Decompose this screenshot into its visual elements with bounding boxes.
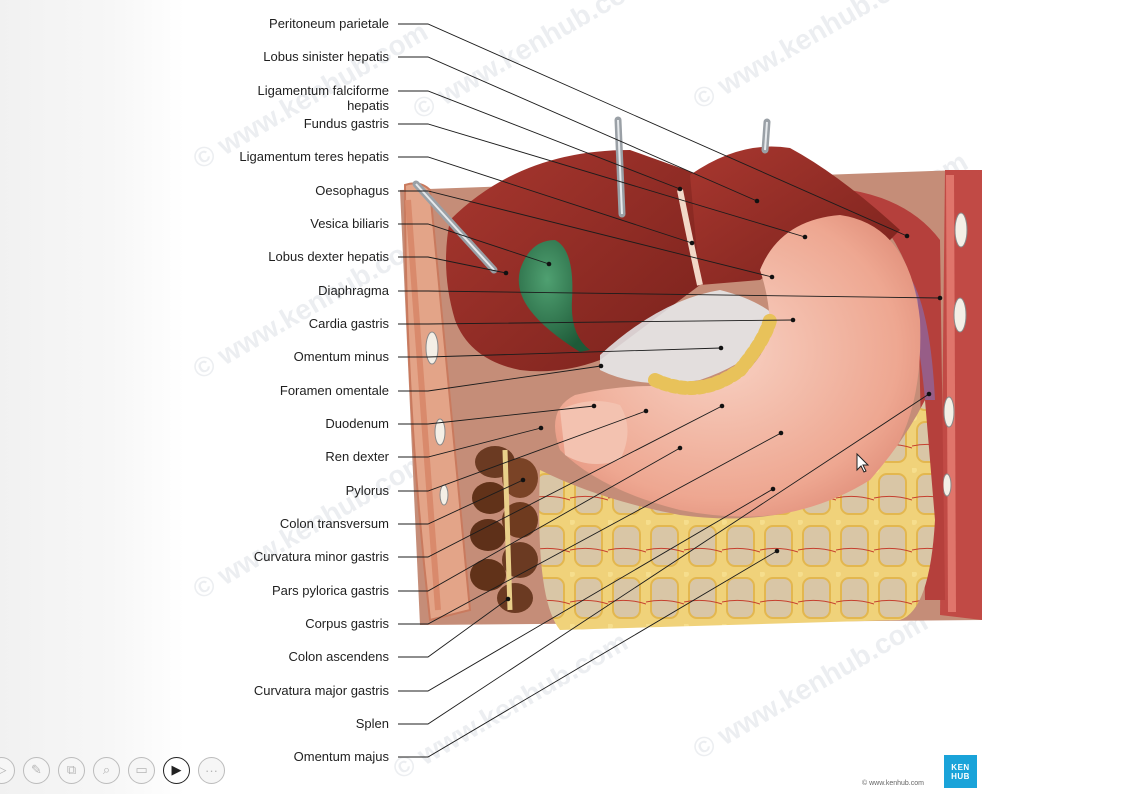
label-corpus-gastris: Corpus gastris: [305, 616, 389, 631]
anatomy-illustration: [400, 116, 982, 630]
label-ligamentum-teres-hepatis: Ligamentum teres hepatis: [239, 149, 389, 164]
watermark-text: © www.kenhub.com: [408, 0, 653, 125]
label-splen: Splen: [356, 716, 389, 731]
label-cardia-gastris: Cardia gastris: [309, 316, 390, 331]
copy-icon[interactable]: ⧉: [58, 756, 85, 784]
label-ligamentum-falciforme: Ligamentum falciforme: [258, 83, 390, 98]
label-peritoneum-parietale: Peritoneum parietale: [269, 16, 389, 31]
label-foramen-omentale: Foramen omentale: [280, 383, 389, 398]
watermark-text: © www.kenhub.com: [688, 0, 933, 115]
label-colon-transversum: Colon transversum: [280, 516, 389, 531]
label-pars-pylorica-gastris: Pars pylorica gastris: [272, 583, 390, 598]
search-icon[interactable]: ⌕: [93, 756, 120, 784]
label-ligamentum-falciforme-line2: hepatis: [347, 98, 389, 113]
label-ren-dexter: Ren dexter: [325, 449, 389, 464]
label-vesica-biliaris: Vesica biliaris: [310, 216, 389, 231]
duodenum-shape: [560, 401, 628, 464]
label-oesophagus: Oesophagus: [315, 183, 389, 198]
keyboard-icon[interactable]: ▭: [128, 756, 155, 784]
label-lobus-sinister-hepatis: Lobus sinister hepatis: [263, 49, 389, 64]
label-lobus-dexter-hepatis: Lobus dexter hepatis: [268, 249, 389, 264]
play-icon[interactable]: ▷: [0, 756, 15, 784]
logo-line-1: KEN: [951, 762, 970, 772]
label-pylorus: Pylorus: [346, 483, 390, 498]
watermark-text: © www.kenhub.com: [688, 606, 933, 766]
video-icon[interactable]: ▶: [163, 756, 190, 784]
label-fundus-gastris: Fundus gastris: [304, 116, 390, 131]
watermark-text: © www.kenhub.com: [388, 626, 633, 786]
copyright-text: © www.kenhub.com: [862, 780, 924, 787]
anatomy-figure: © www.kenhub.com © www.kenhub.com © www.…: [188, 0, 982, 786]
label-curvatura-major-gastris: Curvatura major gastris: [254, 683, 390, 698]
bottom-toolbar: ▷ ✎ ⧉ ⌕ ▭ ▶ ···: [0, 746, 300, 794]
label-colon-ascendens: Colon ascendens: [289, 649, 390, 664]
more-icon[interactable]: ···: [198, 756, 225, 784]
label-omentum-minus: Omentum minus: [294, 349, 390, 364]
pen-icon[interactable]: ✎: [23, 756, 50, 784]
label-diaphragma: Diaphragma: [318, 283, 390, 298]
label-omentum-majus: Omentum majus: [294, 749, 390, 764]
label-curvatura-minor-gastris: Curvatura minor gastris: [254, 549, 390, 564]
colon-ascendens-shape: [470, 446, 538, 613]
logo-line-2: HUB: [951, 771, 970, 781]
label-duodenum: Duodenum: [325, 416, 389, 431]
kenhub-logo[interactable]: KEN HUB: [944, 755, 977, 788]
